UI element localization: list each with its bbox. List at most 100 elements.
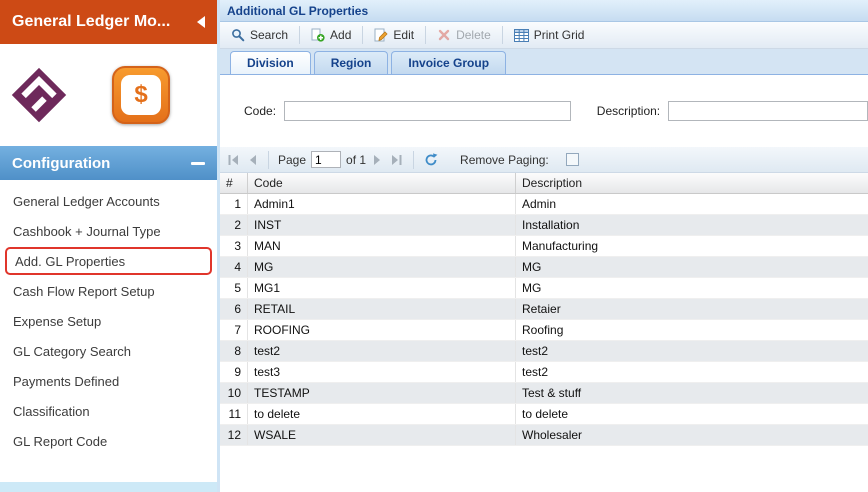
paging-separator — [268, 151, 269, 169]
table-row[interactable]: 3 MAN Manufacturing — [220, 236, 868, 257]
sidebar-item-gl-category-search[interactable]: GL Category Search — [0, 336, 217, 366]
sidebar-item-cashbook-journal-type[interactable]: Cashbook + Journal Type — [0, 216, 217, 246]
table-row[interactable]: 9 test3 test2 — [220, 362, 868, 383]
sidebar-item-add-gl-properties[interactable]: Add. GL Properties — [5, 247, 212, 275]
sidebar-bottom-strip — [0, 482, 217, 492]
code-input[interactable] — [284, 101, 571, 121]
table-row[interactable]: 10 TESTAMP Test & stuff — [220, 383, 868, 404]
tab-division[interactable]: Division — [230, 51, 311, 74]
row-description-cell: Retaier — [516, 299, 868, 319]
row-number-cell: 4 — [220, 257, 248, 277]
refresh-icon — [424, 153, 438, 167]
table-row[interactable]: 12 WSALE Wholesaler — [220, 425, 868, 446]
sidebar-item-label: Cash Flow Report Setup — [13, 284, 155, 299]
row-number-cell: 10 — [220, 383, 248, 403]
paging-separator — [413, 151, 414, 169]
last-page-button[interactable] — [389, 153, 404, 167]
table-row[interactable]: 5 MG1 MG — [220, 278, 868, 299]
tab-label: Region — [331, 56, 372, 70]
search-button-label: Search — [250, 28, 288, 42]
row-description-cell: MG — [516, 278, 868, 298]
next-page-icon — [372, 154, 383, 166]
description-label: Description: — [597, 104, 660, 118]
row-description-cell: Installation — [516, 215, 868, 235]
sidebar-item-label: Add. GL Properties — [15, 254, 125, 269]
row-number-cell: 5 — [220, 278, 248, 298]
sidebar-logos: $ — [0, 44, 217, 146]
row-description-cell: test2 — [516, 362, 868, 382]
grid-header: # Code Description — [220, 173, 868, 194]
add-icon — [311, 28, 325, 42]
collapse-section-icon[interactable] — [191, 162, 205, 165]
column-header-num[interactable]: # — [220, 173, 248, 193]
row-code-cell: RETAIL — [248, 299, 516, 319]
tab-invoice-group[interactable]: Invoice Group — [391, 51, 506, 74]
next-page-button[interactable] — [371, 153, 384, 167]
table-row[interactable]: 7 ROOFING Roofing — [220, 320, 868, 341]
page-number-input[interactable] — [311, 151, 341, 168]
row-code-cell: test3 — [248, 362, 516, 382]
row-code-cell: WSALE — [248, 425, 516, 445]
configuration-section-header[interactable]: Configuration — [0, 146, 217, 180]
sidebar-item-payments-defined[interactable]: Payments Defined — [0, 366, 217, 396]
row-description-cell: Roofing — [516, 320, 868, 340]
print-grid-button-label: Print Grid — [534, 28, 585, 42]
sidebar-item-gl-report-code[interactable]: GL Report Code — [0, 426, 217, 456]
prev-page-button[interactable] — [246, 153, 259, 167]
table-row[interactable]: 2 INST Installation — [220, 215, 868, 236]
row-description-cell: Test & stuff — [516, 383, 868, 403]
toolbar-separator — [425, 26, 426, 44]
column-header-code[interactable]: Code — [248, 173, 516, 193]
tab-label: Division — [247, 56, 294, 70]
row-description-cell: test2 — [516, 341, 868, 361]
panel-title-bar: Additional GL Properties — [220, 0, 868, 22]
row-code-cell: MAN — [248, 236, 516, 256]
search-button[interactable]: Search — [224, 25, 295, 45]
row-description-cell: to delete — [516, 404, 868, 424]
row-number-cell: 2 — [220, 215, 248, 235]
sidebar-menu: General Ledger Accounts Cashbook + Journ… — [0, 180, 217, 482]
sidebar-item-cash-flow-report-setup[interactable]: Cash Flow Report Setup — [0, 276, 217, 306]
sidebar-item-label: Cashbook + Journal Type — [13, 224, 161, 239]
remove-paging-label: Remove Paging: — [460, 153, 549, 167]
module-title: General Ledger Mo... — [12, 13, 170, 31]
sidebar-item-label: Expense Setup — [13, 314, 101, 329]
description-input[interactable] — [668, 101, 868, 121]
print-grid-button[interactable]: Print Grid — [507, 25, 592, 45]
gl-module-app-icon[interactable]: $ — [112, 66, 170, 124]
add-button[interactable]: Add — [304, 25, 358, 45]
sidebar-item-label: GL Report Code — [13, 434, 107, 449]
edit-button[interactable]: Edit — [367, 25, 421, 45]
collapse-sidebar-icon[interactable] — [197, 16, 205, 28]
add-button-label: Add — [330, 28, 351, 42]
table-row[interactable]: 8 test2 test2 — [220, 341, 868, 362]
grid-body: 1 Admin1 Admin 2 INST Installation 3 MAN… — [220, 194, 868, 446]
remove-paging-checkbox[interactable] — [566, 153, 579, 166]
row-code-cell: test2 — [248, 341, 516, 361]
delete-button[interactable]: Delete — [430, 25, 498, 45]
row-code-cell: to delete — [248, 404, 516, 424]
table-row[interactable]: 4 MG MG — [220, 257, 868, 278]
sidebar-item-classification[interactable]: Classification — [0, 396, 217, 426]
table-row[interactable]: 11 to delete to delete — [220, 404, 868, 425]
column-header-description[interactable]: Description — [516, 173, 868, 193]
row-number-cell: 1 — [220, 194, 248, 214]
sidebar-header: General Ledger Mo... — [0, 0, 217, 44]
sidebar-item-label: General Ledger Accounts — [13, 194, 160, 209]
tab-region[interactable]: Region — [314, 51, 389, 74]
tab-strip: Division Region Invoice Group — [220, 49, 868, 75]
toolbar-separator — [362, 26, 363, 44]
first-page-button[interactable] — [226, 153, 241, 167]
sidebar-item-expense-setup[interactable]: Expense Setup — [0, 306, 217, 336]
row-code-cell: MG1 — [248, 278, 516, 298]
sidebar-item-general-ledger-accounts[interactable]: General Ledger Accounts — [0, 186, 217, 216]
refresh-button[interactable] — [423, 152, 439, 168]
code-label: Code: — [244, 104, 276, 118]
delete-icon — [437, 28, 451, 42]
paging-toolbar: Page of 1 Remove Paging — [220, 147, 868, 173]
row-number-cell: 8 — [220, 341, 248, 361]
toolbar: Search Add Edit — [220, 22, 868, 49]
table-row[interactable]: 6 RETAIL Retaier — [220, 299, 868, 320]
company-logo-icon[interactable] — [10, 66, 68, 124]
table-row[interactable]: 1 Admin1 Admin — [220, 194, 868, 215]
